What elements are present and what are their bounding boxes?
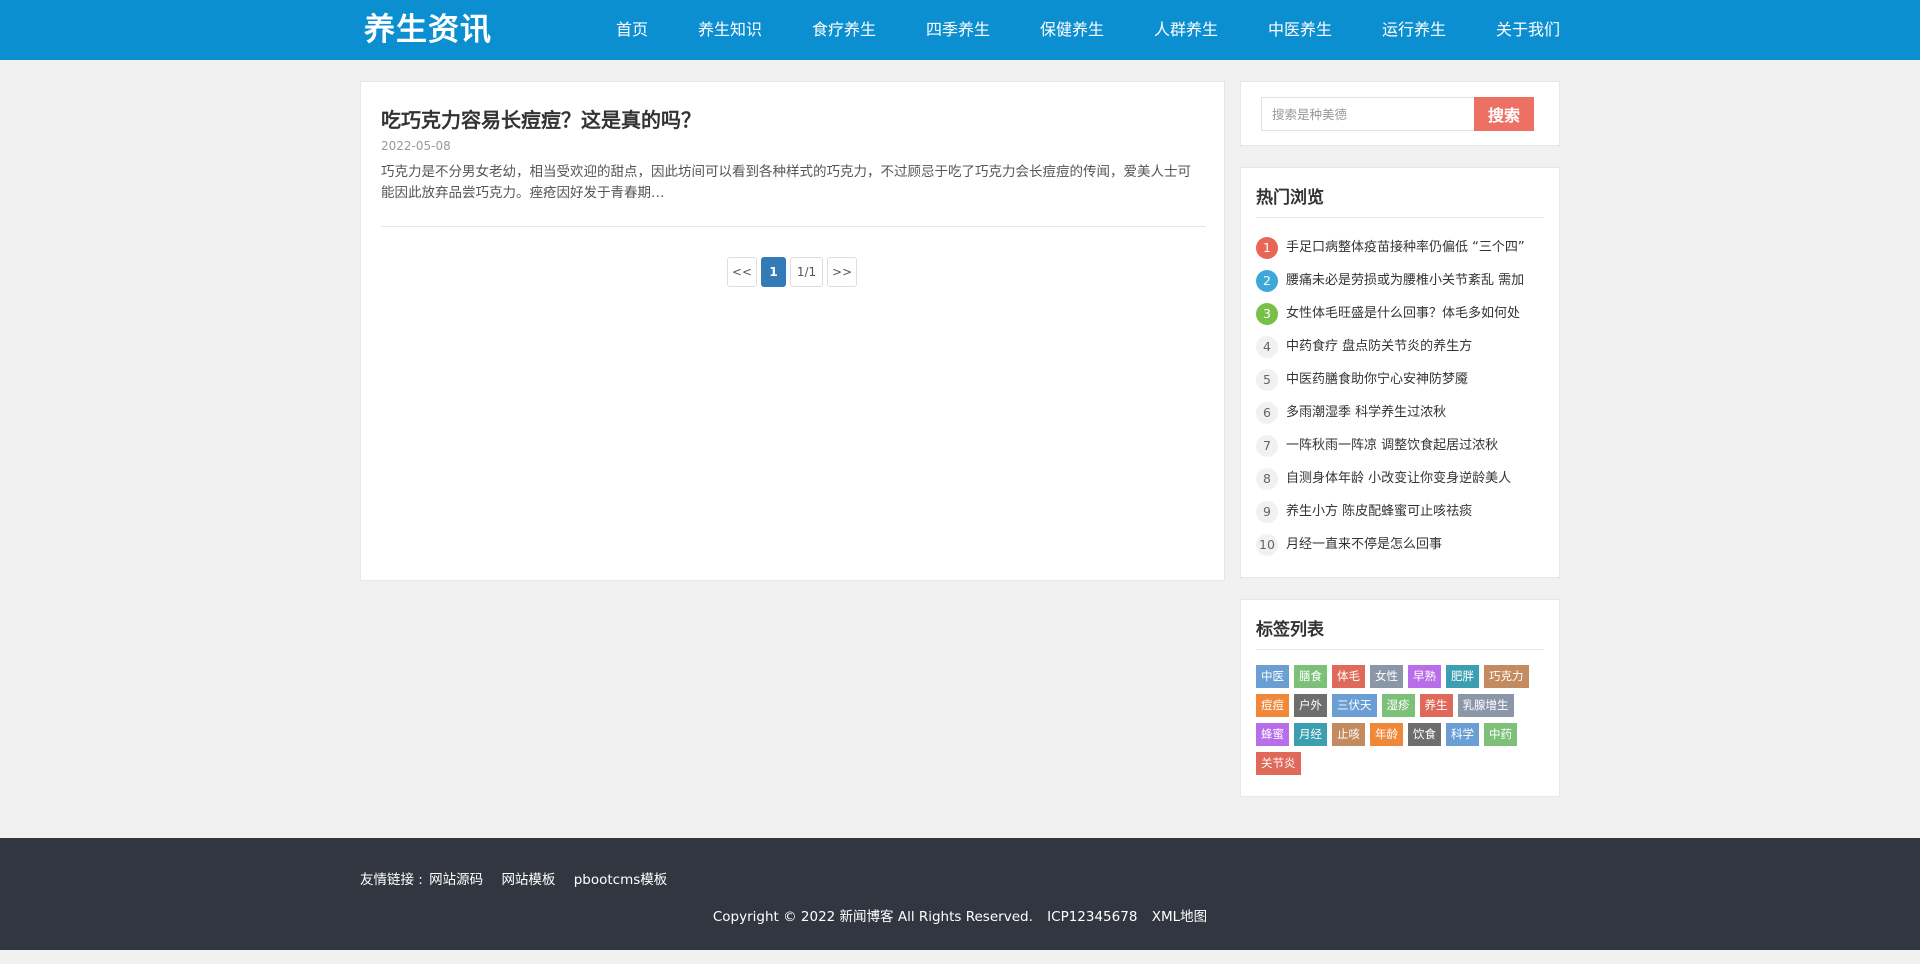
nav-item-seasons[interactable]: 四季养生 — [926, 0, 990, 60]
tags-heading: 标签列表 — [1256, 620, 1324, 640]
tag-link[interactable]: 三伏天 — [1332, 694, 1377, 717]
tag-link[interactable]: 肥胖 — [1446, 665, 1479, 688]
tag-link[interactable]: 关节炎 — [1256, 752, 1301, 775]
friend-link-source[interactable]: 网站源码 — [429, 872, 483, 888]
article-date: 2022-05-08 — [381, 139, 451, 153]
hot-article-link[interactable]: 腰痛未必是劳损或为腰椎小关节紊乱 需加 — [1286, 270, 1546, 292]
tag-link[interactable]: 中医 — [1256, 665, 1289, 688]
hot-article-link[interactable]: 养生小方 陈皮配蜂蜜可止咳祛痰 — [1286, 501, 1546, 523]
list-item: 7 一阵秋雨一阵凉 调整饮食起居过浓秋 — [1256, 435, 1546, 468]
pagination-next-button[interactable]: >> — [827, 257, 857, 287]
pagination-prev-button[interactable]: << — [727, 257, 757, 287]
site-footer: 友情链接 : 网站源码 网站模板 pbootcms模板 Copyright © … — [0, 838, 1920, 950]
hot-article-link[interactable]: 女性体毛旺盛是什么回事？体毛多如何处 — [1286, 303, 1546, 325]
divider — [1256, 649, 1544, 650]
hot-article-link[interactable]: 自测身体年龄 小改变让你变身逆龄美人 — [1286, 468, 1546, 490]
list-item: 10 月经一直来不停是怎么回事 — [1256, 534, 1546, 567]
tag-link[interactable]: 科学 — [1446, 723, 1479, 746]
divider — [1256, 217, 1544, 218]
tag-link[interactable]: 女性 — [1370, 665, 1403, 688]
hot-article-link[interactable]: 手足口病整体疫苗接种率仍偏低 “三个四” — [1286, 237, 1546, 259]
site-logo[interactable]: 养生资讯 — [364, 8, 492, 52]
hot-heading: 热门浏览 — [1256, 188, 1324, 208]
tag-link[interactable]: 户外 — [1294, 694, 1327, 717]
hot-article-link[interactable]: 中药食疗 盘点防关节炎的养生方 — [1286, 336, 1546, 358]
search-input[interactable] — [1261, 97, 1474, 131]
nav-item-about[interactable]: 关于我们 — [1496, 0, 1560, 60]
site-header: 养生资讯 首页 养生知识 食疗养生 四季养生 保健养生 人群养生 中医养生 运行… — [0, 0, 1920, 60]
rank-badge: 8 — [1256, 468, 1278, 490]
rank-badge: 5 — [1256, 369, 1278, 391]
hot-article-link[interactable]: 中医药膳食助你宁心安神防梦魇 — [1286, 369, 1546, 391]
hot-articles-panel: 热门浏览 1 手足口病整体疫苗接种率仍偏低 “三个四” 2 腰痛未必是劳损或为腰椎小… — [1240, 167, 1560, 578]
tag-link[interactable]: 年龄 — [1370, 723, 1403, 746]
rank-badge: 10 — [1256, 534, 1278, 556]
rank-badge: 2 — [1256, 270, 1278, 292]
tag-link[interactable]: 巧克力 — [1484, 665, 1529, 688]
list-item: 4 中药食疗 盘点防关节炎的养生方 — [1256, 336, 1546, 369]
tag-link[interactable]: 止咳 — [1332, 723, 1365, 746]
tag-cloud: 中医 膳食 体毛 女性 早熟 肥胖 巧克力痘痘 户外 三伏天 湿疹 养生 乳腺增生蜂蜜 月经 止咳 年龄 饮食… — [1256, 665, 1546, 781]
list-item: 5 中医药膳食助你宁心安神防梦魇 — [1256, 369, 1546, 402]
hot-article-link[interactable]: 多雨潮湿季 科学养生过浓秋 — [1286, 402, 1546, 424]
nav-item-exercise[interactable]: 运行养生 — [1382, 0, 1446, 60]
divider — [381, 226, 1206, 227]
sitemap-link[interactable]: XML地图 — [1152, 909, 1207, 925]
tag-link[interactable]: 饮食 — [1408, 723, 1441, 746]
tag-link[interactable]: 湿疹 — [1381, 694, 1415, 717]
search-button[interactable]: 搜索 — [1474, 97, 1534, 131]
pagination: << 1 1/1 >> — [727, 257, 862, 287]
article-summary: 巧克力是不分男女老幼，相当受欢迎的甜点，因此坊间可以看到各种样式的巧克力，不过顾… — [381, 164, 1191, 201]
pagination-info: 1/1 — [790, 257, 823, 287]
tag-link[interactable]: 痘痘 — [1256, 694, 1289, 717]
copyright: Copyright © 2022 新闻博客 All Rights Reserve… — [0, 905, 1920, 925]
nav-item-tcm[interactable]: 中医养生 — [1268, 0, 1332, 60]
copyright-text: Copyright © 2022 新闻博客 All Rights Reserve… — [712, 909, 1033, 925]
main-nav: 首页 养生知识 食疗养生 四季养生 保健养生 人群养生 中医养生 运行养生 关于… — [600, 0, 1560, 60]
list-item: 6 多雨潮湿季 科学养生过浓秋 — [1256, 402, 1546, 435]
hot-article-link[interactable]: 一阵秋雨一阵凉 调整饮食起居过浓秋 — [1286, 435, 1546, 457]
tag-link[interactable]: 养生 — [1419, 694, 1453, 717]
friend-link-pbootcms[interactable]: pbootcms模板 — [574, 872, 668, 888]
bottom-strip — [0, 950, 1920, 964]
list-item: 1 手足口病整体疫苗接种率仍偏低 “三个四” — [1256, 237, 1546, 270]
search-panel: 搜索 — [1240, 81, 1560, 146]
nav-item-diet[interactable]: 食疗养生 — [812, 0, 876, 60]
list-item: 2 腰痛未必是劳损或为腰椎小关节紊乱 需加 — [1256, 270, 1546, 303]
tag-link[interactable]: 早熟 — [1408, 665, 1441, 688]
rank-badge: 9 — [1256, 501, 1278, 523]
list-item: 3 女性体毛旺盛是什么回事？体毛多如何处 — [1256, 303, 1546, 336]
tag-link[interactable]: 膳食 — [1294, 665, 1327, 688]
pagination-page-1[interactable]: 1 — [761, 257, 786, 287]
rank-badge: 3 — [1256, 303, 1278, 325]
tags-panel: 标签列表 中医 膳食 体毛 女性 早熟 肥胖 巧克力痘痘 户外 三伏天 湿疹 养生 乳腺增生蜂蜜 月经止… — [1240, 599, 1560, 797]
article-list-panel: 吃巧克力容易长痘痘？这是真的吗？ 2022-05-08 巧克力是不分男女老幼，相… — [360, 81, 1225, 581]
nav-item-knowledge[interactable]: 养生知识 — [698, 0, 762, 60]
icp-link[interactable]: ICP12345678 — [1047, 909, 1137, 925]
tag-link[interactable]: 乳腺增生 — [1457, 694, 1514, 717]
nav-item-groups[interactable]: 人群养生 — [1154, 0, 1218, 60]
rank-badge: 1 — [1256, 237, 1278, 259]
list-item: 9 养生小方 陈皮配蜂蜜可止咳祛痰 — [1256, 501, 1546, 534]
friend-links: 友情链接 : 网站源码 网站模板 pbootcms模板 — [360, 868, 667, 888]
tag-link[interactable]: 体毛 — [1332, 665, 1365, 688]
hot-list: 1 手足口病整体疫苗接种率仍偏低 “三个四” 2 腰痛未必是劳损或为腰椎小关节紊乱 … — [1256, 237, 1546, 567]
article-title[interactable]: 吃巧克力容易长痘痘？这是真的吗？ — [381, 104, 701, 133]
list-item: 8 自测身体年龄 小改变让你变身逆龄美人 — [1256, 468, 1546, 501]
rank-badge: 4 — [1256, 336, 1278, 358]
friend-link-templates[interactable]: 网站模板 — [501, 872, 555, 888]
friend-links-label: 友情链接 : — [360, 872, 423, 888]
tag-link[interactable]: 蜂蜜 — [1256, 723, 1289, 746]
rank-badge: 6 — [1256, 402, 1278, 424]
nav-item-health-care[interactable]: 保健养生 — [1040, 0, 1104, 60]
nav-item-home[interactable]: 首页 — [616, 0, 648, 60]
tag-link[interactable]: 中药 — [1484, 723, 1517, 746]
tag-link[interactable]: 月经 — [1294, 723, 1327, 746]
hot-article-link[interactable]: 月经一直来不停是怎么回事 — [1286, 534, 1546, 556]
rank-badge: 7 — [1256, 435, 1278, 457]
